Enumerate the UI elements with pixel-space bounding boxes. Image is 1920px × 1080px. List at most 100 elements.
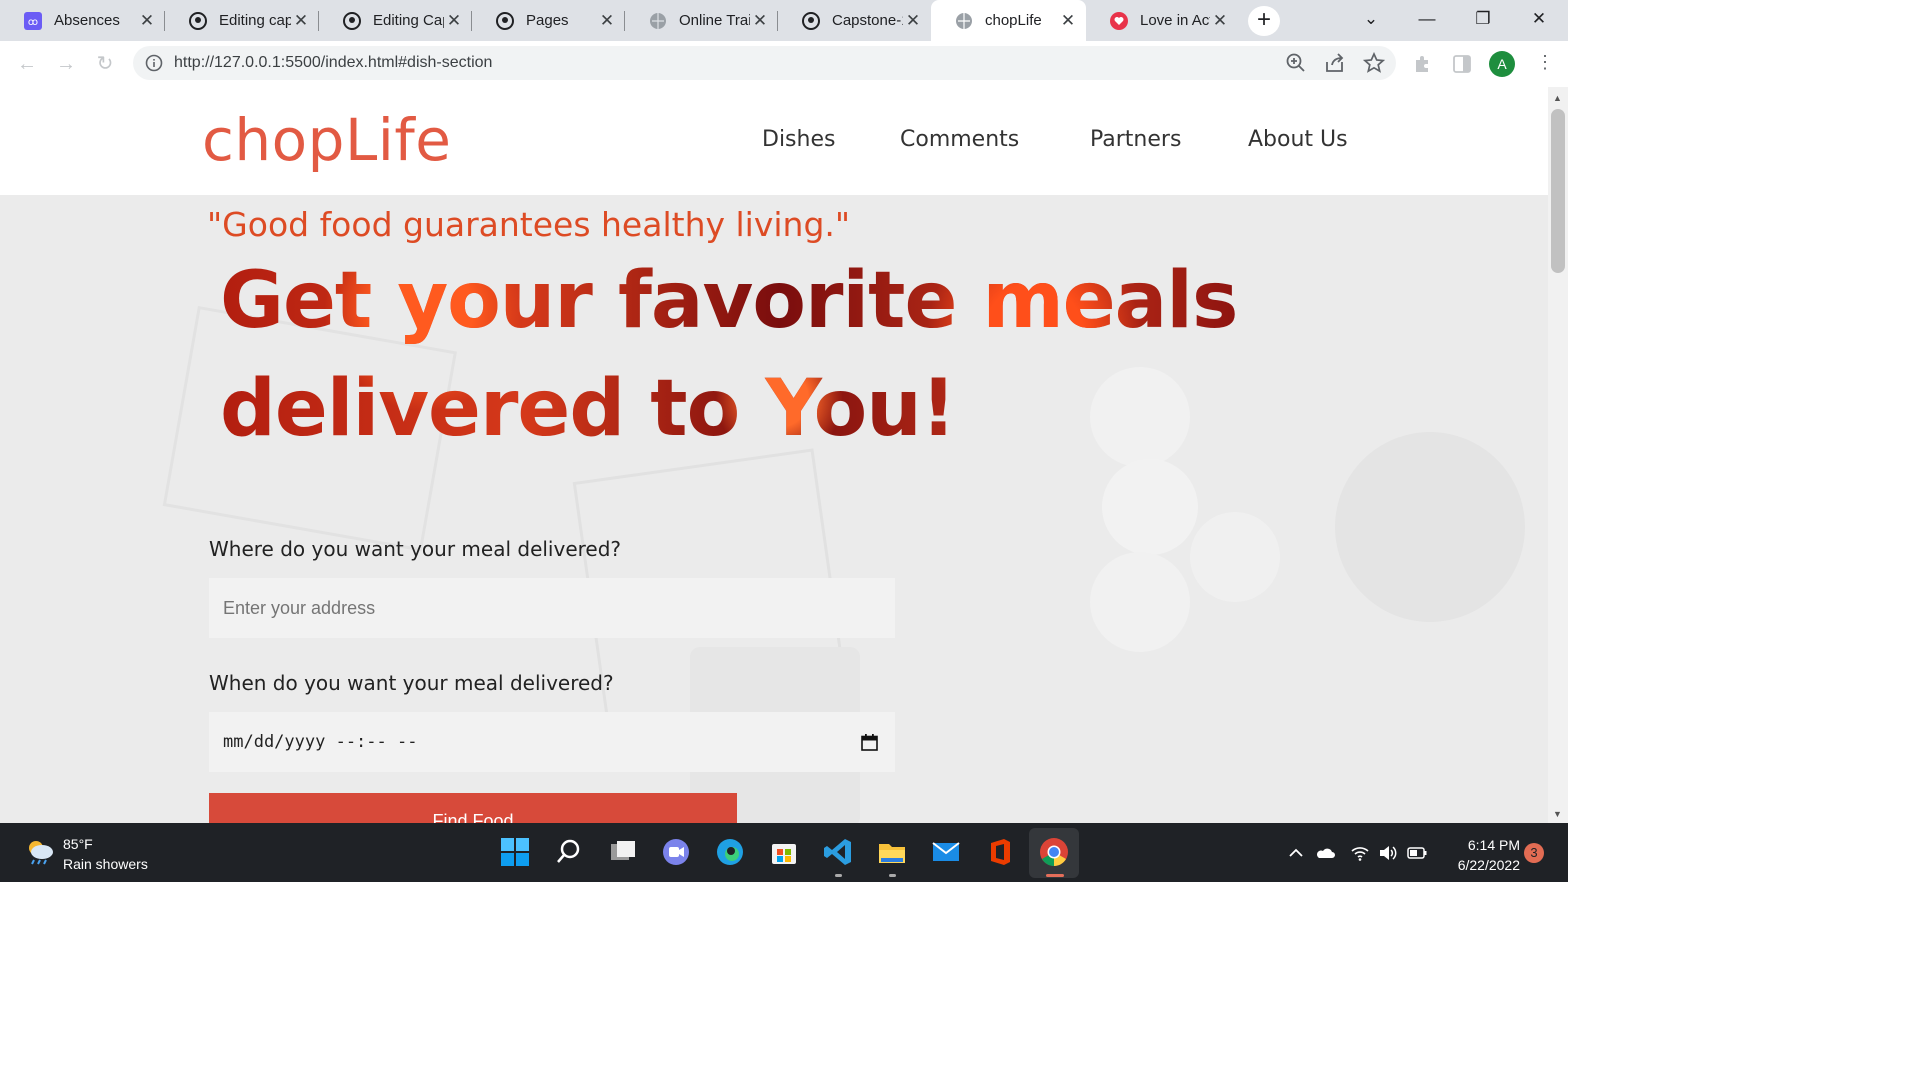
side-panel-icon[interactable]: [1451, 53, 1473, 75]
tab-strip: ꝏ Absences ✕ Editing caps ✕ Editing Cap …: [0, 0, 1568, 41]
url-text: http://127.0.0.1:5500/index.html#dish-se…: [174, 54, 493, 71]
datetime-value: mm/dd/yyyy --:-- --: [223, 732, 418, 752]
heart-icon: [1110, 11, 1128, 30]
close-icon[interactable]: ✕: [291, 11, 311, 31]
scrollbar-thumb[interactable]: [1551, 109, 1565, 273]
browser-toolbar: ← → ↻ http://127.0.0.1:5500/index.html#d…: [0, 41, 1568, 87]
tab-title: Online Trair: [679, 12, 750, 29]
close-icon[interactable]: ✕: [1058, 11, 1078, 31]
onedrive-cloud-icon[interactable]: [1315, 843, 1335, 863]
show-hidden-icons-chevron-icon[interactable]: [1286, 843, 1306, 863]
close-icon[interactable]: ✕: [750, 11, 770, 31]
tab-choplife[interactable]: chopLife ✕: [931, 0, 1086, 41]
zoom-icon[interactable]: [1285, 52, 1307, 74]
tab-title: Editing Cap: [373, 12, 444, 29]
mail-icon[interactable]: [930, 836, 962, 868]
task-view-icon[interactable]: [607, 836, 639, 868]
tab-capstone[interactable]: Capstone-1 ✕: [778, 0, 931, 41]
github-icon: [189, 11, 207, 30]
windows-start-icon[interactable]: [499, 836, 531, 868]
tab-title: Editing caps: [219, 12, 291, 29]
close-icon[interactable]: ✕: [597, 11, 617, 31]
tab-absences[interactable]: ꝏ Absences ✕: [0, 0, 165, 41]
delivery-time-label: When do you want your meal delivered?: [209, 671, 614, 695]
windows-taskbar: 85°F Rain showers 6:14 PM 6/22/2022 3: [0, 823, 1568, 882]
close-icon[interactable]: ✕: [137, 11, 157, 31]
extensions-puzzle-icon[interactable]: [1412, 53, 1434, 75]
rain-cloud-icon[interactable]: [24, 838, 56, 866]
hero-line-2: delivered to You!: [220, 364, 956, 454]
tab-online-training[interactable]: Online Trair ✕: [625, 0, 778, 41]
tab-title: Pages: [526, 12, 569, 29]
edge-browser-icon[interactable]: [714, 836, 746, 868]
tab-title: Absences: [54, 12, 120, 29]
reload-icon[interactable]: ↻: [92, 51, 118, 77]
weather-condition: Rain showers: [63, 856, 148, 872]
tab-love-in-action[interactable]: Love in Acti ✕: [1086, 0, 1238, 41]
address-input[interactable]: [209, 578, 895, 638]
active-indicator: [1046, 874, 1064, 877]
office-icon[interactable]: [984, 836, 1016, 868]
search-icon[interactable]: [553, 836, 585, 868]
running-indicator: [835, 874, 842, 877]
github-icon: [496, 11, 514, 30]
volume-icon[interactable]: [1378, 843, 1398, 863]
tab-editing-cap[interactable]: Editing Cap ✕: [319, 0, 472, 41]
running-indicator: [889, 874, 896, 877]
notification-badge[interactable]: 3: [1524, 843, 1544, 863]
info-icon[interactable]: [145, 54, 163, 72]
globe-icon: [649, 12, 667, 30]
page-scrollbar[interactable]: ▲ ▼: [1548, 87, 1568, 823]
battery-icon[interactable]: [1407, 843, 1427, 863]
minimize-button[interactable]: —: [1399, 0, 1455, 41]
new-tab-button[interactable]: +: [1248, 6, 1280, 36]
close-icon[interactable]: ✕: [903, 11, 923, 31]
wifi-icon[interactable]: [1350, 843, 1370, 863]
nav-partners[interactable]: Partners: [1090, 127, 1181, 152]
chrome-icon[interactable]: [1038, 836, 1070, 868]
page-viewport: chopLife Dishes Comments Partners About …: [0, 87, 1548, 823]
find-food-button[interactable]: Find Food: [209, 793, 737, 823]
svg-text:ꝏ: ꝏ: [28, 17, 38, 28]
clock-date: 6/22/2022: [1457, 857, 1520, 873]
nav-dishes[interactable]: Dishes: [762, 127, 835, 152]
file-explorer-icon[interactable]: [876, 836, 908, 868]
restore-button[interactable]: ❐: [1455, 0, 1511, 41]
bookmark-star-icon[interactable]: [1363, 52, 1385, 74]
calendar-icon[interactable]: [861, 734, 878, 751]
hero-heading: Get your favorite meals delivered to You…: [220, 247, 1238, 463]
github-icon: [343, 11, 361, 30]
scroll-down-arrow-icon[interactable]: ▼: [1553, 809, 1562, 819]
clock-time: 6:14 PM: [1467, 837, 1520, 853]
back-arrow-icon[interactable]: ←: [14, 51, 40, 77]
absences-logo-icon: ꝏ: [24, 11, 42, 30]
vscode-icon[interactable]: [822, 836, 854, 868]
github-icon: [802, 11, 820, 30]
nav-comments[interactable]: Comments: [900, 127, 1019, 152]
close-icon[interactable]: ✕: [444, 11, 464, 31]
tagline-quote: "Good food guarantees healthy living.": [207, 205, 851, 244]
close-window-button[interactable]: ✕: [1511, 0, 1567, 41]
nav-about-us[interactable]: About Us: [1248, 127, 1348, 152]
close-icon[interactable]: ✕: [1210, 11, 1230, 31]
tab-search-chevron-icon[interactable]: ⌄: [1343, 0, 1399, 41]
address-bar[interactable]: http://127.0.0.1:5500/index.html#dish-se…: [133, 46, 1396, 80]
system-clock[interactable]: 6:14 PM 6/22/2022: [1440, 835, 1520, 875]
scroll-up-arrow-icon[interactable]: ▲: [1553, 93, 1562, 103]
tab-title: Love in Acti: [1140, 12, 1210, 29]
tab-title: Capstone-1: [832, 12, 903, 29]
teams-chat-icon[interactable]: [660, 836, 692, 868]
profile-avatar[interactable]: A: [1489, 51, 1515, 77]
share-icon[interactable]: [1324, 52, 1346, 74]
tab-editing-caps[interactable]: Editing caps ✕: [165, 0, 319, 41]
hero-line-1: Get your favorite meals: [220, 256, 1238, 346]
delivery-datetime-input[interactable]: mm/dd/yyyy --:-- --: [209, 712, 895, 772]
address-label: Where do you want your meal delivered?: [209, 537, 622, 561]
tab-pages[interactable]: Pages ✕: [472, 0, 625, 41]
menu-kebab-icon[interactable]: ⋮: [1536, 52, 1554, 73]
site-logo[interactable]: chopLife: [202, 106, 451, 174]
microsoft-store-icon[interactable]: [768, 836, 800, 868]
globe-icon: [955, 12, 973, 30]
weather-temperature: 85°F: [63, 836, 93, 852]
forward-arrow-icon[interactable]: →: [53, 51, 79, 77]
